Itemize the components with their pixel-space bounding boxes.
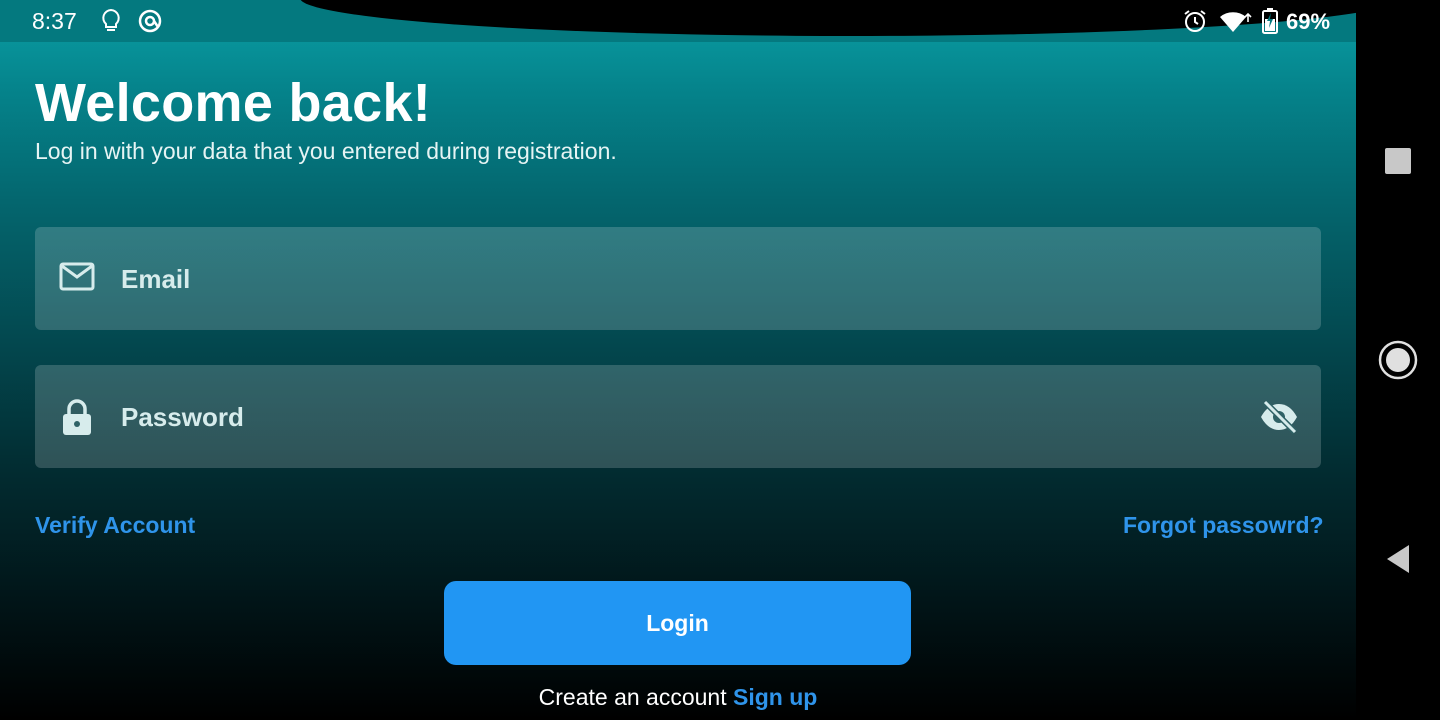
- battery-percent: 69%: [1286, 9, 1331, 34]
- visibility-off-icon[interactable]: [1259, 399, 1299, 440]
- forgot-password-link[interactable]: Forgot passowrd?: [1123, 512, 1324, 539]
- password-input[interactable]: [119, 365, 1223, 470]
- lightbulb-icon: [100, 8, 122, 39]
- lock-icon: [59, 399, 95, 442]
- signup-link[interactable]: Sign up: [733, 684, 817, 710]
- system-nav-bar: [1356, 0, 1440, 720]
- page-subtitle: Log in with your data that you entered d…: [35, 138, 617, 164]
- square-icon: [1385, 148, 1411, 174]
- status-time: 8:37: [32, 8, 77, 34]
- password-field[interactable]: [35, 365, 1321, 470]
- signup-row: Create an account Sign up: [0, 684, 1356, 711]
- mail-icon: [59, 261, 95, 298]
- alarm-icon: [1182, 8, 1208, 39]
- email-field[interactable]: [35, 227, 1321, 332]
- back-button[interactable]: [1356, 544, 1440, 574]
- login-button[interactable]: Login: [444, 581, 911, 665]
- signup-prompt: Create an account: [538, 684, 727, 710]
- recents-button[interactable]: [1356, 147, 1440, 175]
- status-bar: 8:37 69%: [0, 0, 1356, 42]
- battery-charging-icon: [1262, 8, 1278, 39]
- back-triangle-icon: [1387, 545, 1409, 573]
- home-circle-icon: [1378, 340, 1418, 380]
- verify-account-link[interactable]: Verify Account: [35, 512, 195, 539]
- page-title: Welcome back!: [35, 73, 432, 133]
- home-button[interactable]: [1356, 340, 1440, 380]
- email-input[interactable]: [119, 227, 1223, 332]
- at-sign-icon: [137, 8, 163, 39]
- app-screen: 8:37 69% Welcome back! Log in with your …: [0, 0, 1356, 720]
- wifi-icon: [1218, 8, 1252, 39]
